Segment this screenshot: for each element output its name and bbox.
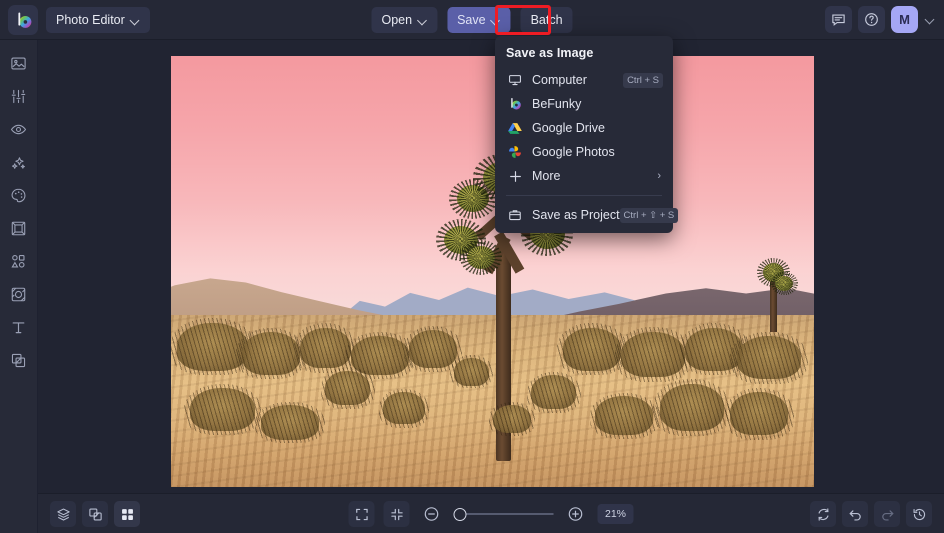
sidebar-item-touch-up[interactable] [5,85,33,107]
sidebar-item-edit[interactable] [5,52,33,74]
briefcase-icon [506,207,524,223]
save-button[interactable]: Save [447,7,511,33]
account-actions-group: M [825,6,936,33]
befunky-logo-icon [506,96,524,112]
plus-circle-icon[interactable] [563,501,589,527]
save-menu-title: Save as Image [495,44,673,68]
workspace-selector[interactable]: Photo Editor [46,7,150,33]
workspace-label: Photo Editor [56,13,125,27]
refresh-icon[interactable] [810,501,836,527]
menu-item-label: Google Photos [532,145,663,159]
minus-circle-icon[interactable] [419,501,445,527]
sidebar-item-textures[interactable] [5,283,33,305]
befunky-logo-icon[interactable] [8,5,38,35]
zoom-controls: 21% [349,501,634,527]
redo-arrow-icon[interactable] [874,501,900,527]
chevron-down-icon [492,16,501,25]
google-drive-icon [506,120,524,136]
zoom-slider[interactable] [454,506,554,522]
menu-item-shortcut: Ctrl + S [623,73,663,88]
menu-item-label: More [532,169,657,183]
avatar[interactable]: M [891,6,918,33]
chat-bubble-icon[interactable] [825,6,852,33]
history-controls [810,501,932,527]
menu-item-befunky[interactable]: BeFunky [495,92,673,116]
befunky-photo-editor-window: Photo Editor Open Save Batch [0,0,944,533]
menu-item-label: Save as Project [532,208,620,222]
open-label: Open [381,13,412,27]
canvas-area[interactable] [38,40,944,493]
menu-item-label: Google Drive [532,121,663,135]
sidebar-item-effects[interactable] [5,151,33,173]
menu-item-google-drive[interactable]: Google Drive [495,116,673,140]
chevron-down-icon [418,16,427,25]
menu-item-computer[interactable]: Computer Ctrl + S [495,68,673,92]
fit-screen-icon[interactable] [349,501,375,527]
menu-divider [506,195,662,196]
menu-item-more[interactable]: More › [495,164,673,188]
edited-photo[interactable] [171,56,814,487]
shrink-screen-icon[interactable] [384,501,410,527]
google-photos-icon [506,144,524,160]
batch-label: Batch [531,13,563,27]
menu-item-label: BeFunky [532,97,663,111]
sidebar-item-text[interactable] [5,316,33,338]
zoom-level-value[interactable]: 21% [598,504,634,524]
menu-item-label: Computer [532,73,623,87]
top-toolbar: Photo Editor Open Save Batch [0,0,944,40]
plus-icon [506,168,524,184]
zoom-slider-handle[interactable] [454,508,467,521]
question-circle-icon[interactable] [858,6,885,33]
file-actions-group: Open Save Batch [371,7,572,33]
sidebar-item-graphics[interactable] [5,250,33,272]
layers-stack-icon[interactable] [50,501,76,527]
open-button[interactable]: Open [371,7,437,33]
sidebar-item-artsy[interactable] [5,184,33,206]
menu-item-save-as-project[interactable]: Save as Project Ctrl + ⇧ + S [495,203,673,227]
undo-arrow-icon[interactable] [842,501,868,527]
compare-toggle-icon[interactable] [82,501,108,527]
avatar-initial: M [899,12,910,27]
menu-item-shortcut: Ctrl + ⇧ + S [620,208,679,223]
tools-sidebar [0,40,38,533]
zoom-slider-track [454,513,554,515]
save-label: Save [457,13,486,27]
history-clock-icon[interactable] [906,501,932,527]
bottom-toolbar: 21% [38,493,944,533]
sidebar-item-layers[interactable] [5,349,33,371]
sidebar-item-frames[interactable] [5,217,33,239]
save-dropdown-menu: Save as Image Computer Ctrl + S [495,36,673,233]
batch-button[interactable]: Batch [521,7,573,33]
view-mode-group [50,501,140,527]
sidebar-item-retouch[interactable] [5,118,33,140]
menu-item-google-photos[interactable]: Google Photos [495,140,673,164]
monitor-icon [506,72,524,88]
chevron-down-icon [131,16,140,25]
grid-four-icon[interactable] [114,501,140,527]
account-chevron-down-icon[interactable] [924,15,936,24]
chevron-right-icon: › [657,170,663,182]
